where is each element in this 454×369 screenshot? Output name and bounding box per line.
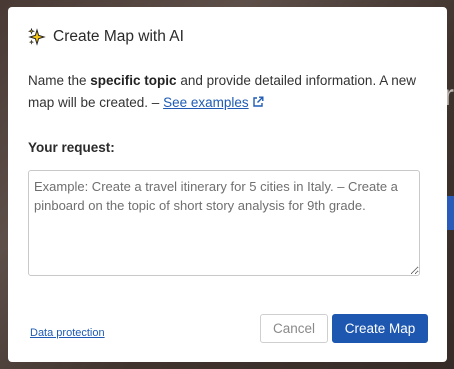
see-examples-link[interactable]: See examples bbox=[163, 95, 264, 110]
description-bold: specific topic bbox=[90, 73, 177, 88]
background-app-button bbox=[446, 196, 454, 230]
dialog-header: Create Map with AI bbox=[28, 28, 184, 46]
cancel-button[interactable]: Cancel bbox=[260, 314, 328, 343]
create-map-button[interactable]: Create Map bbox=[332, 314, 428, 343]
dialog-title: Create Map with AI bbox=[53, 28, 184, 45]
request-label: Your request: bbox=[28, 140, 115, 155]
create-map-dialog: Create Map with AI Name the specific top… bbox=[8, 7, 447, 362]
data-protection-link[interactable]: Data protection bbox=[30, 327, 105, 339]
description-prefix: Name the bbox=[28, 73, 91, 88]
sparkles-icon bbox=[28, 28, 46, 46]
see-examples-label: See examples bbox=[163, 95, 249, 110]
external-link-icon bbox=[252, 93, 264, 115]
request-input[interactable] bbox=[28, 170, 420, 276]
dialog-description: Name the specific topic and provide deta… bbox=[28, 70, 428, 115]
